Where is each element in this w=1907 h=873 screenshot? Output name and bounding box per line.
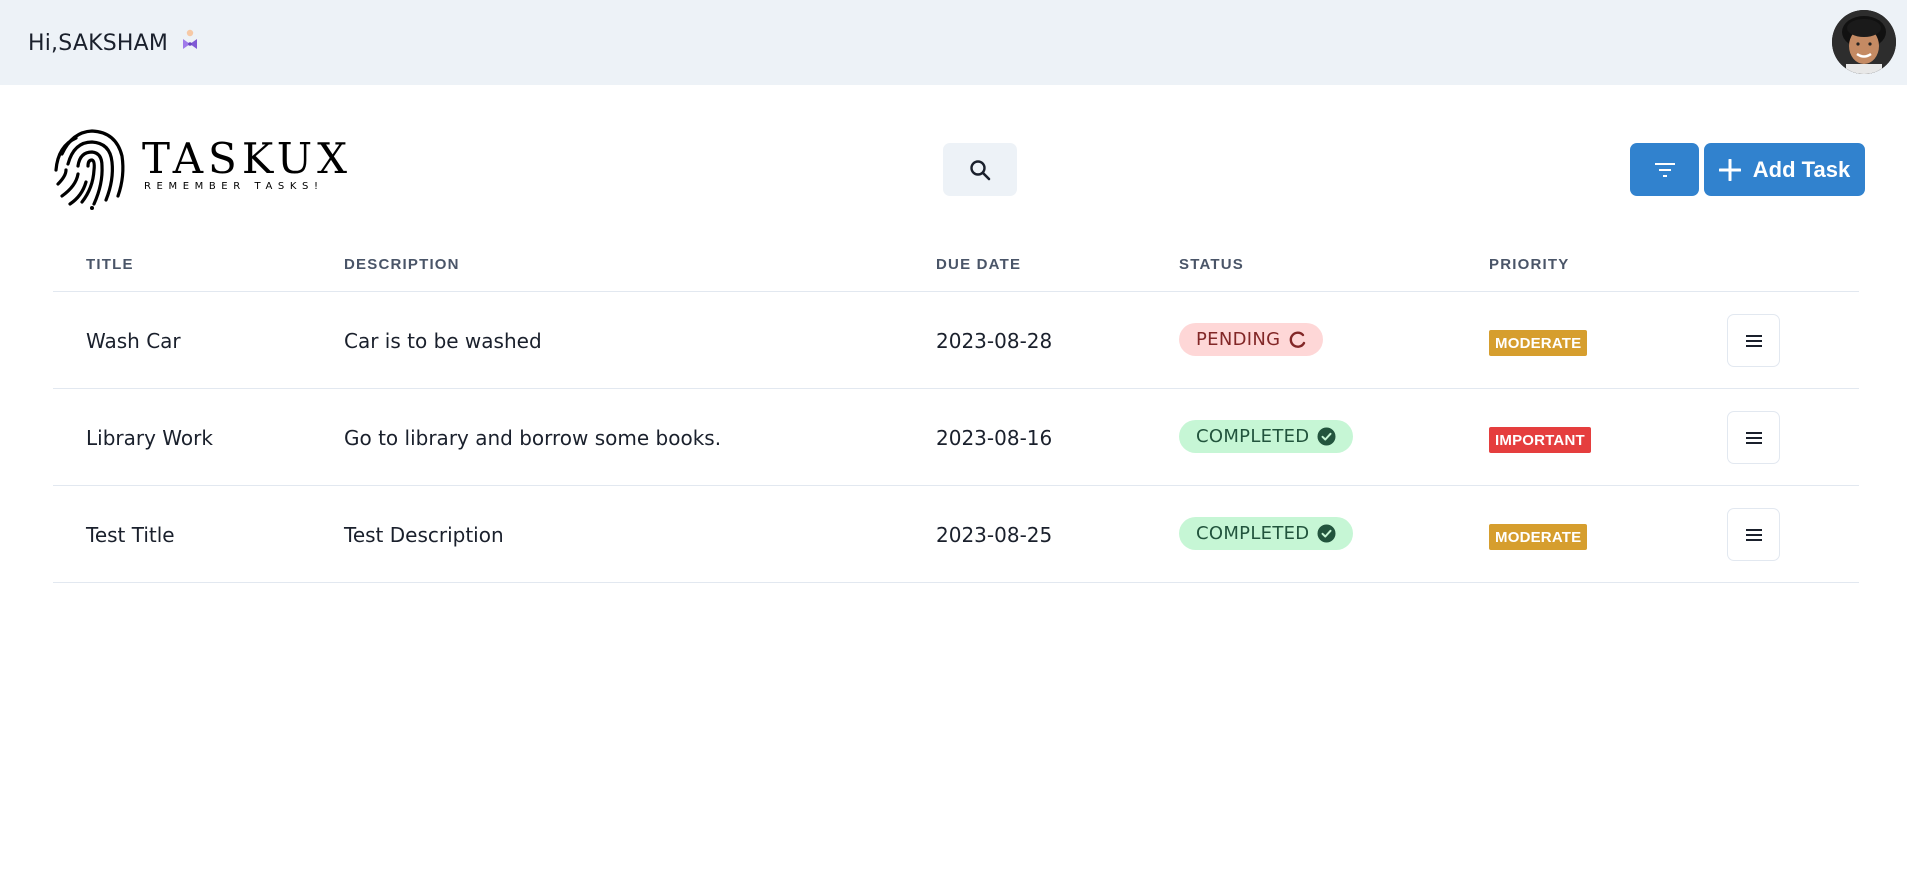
status-badge: COMPLETED (1179, 517, 1354, 550)
task-title: Wash Car (86, 329, 181, 353)
status-label: COMPLETED (1196, 426, 1310, 447)
status-badge: PENDING (1179, 323, 1324, 356)
column-priority: PRIORITY (1489, 256, 1570, 273)
fingerprint-icon (54, 129, 125, 210)
task-due-date: 2023-08-28 (936, 329, 1053, 353)
status-label: COMPLETED (1196, 523, 1310, 544)
row-menu-button[interactable] (1727, 314, 1780, 367)
check-circle-icon (1317, 427, 1336, 446)
table-row: Wash Car Car is to be washed 2023-08-28 … (53, 292, 1859, 389)
greeting: Hi,SAKSHAM (28, 29, 198, 57)
bow-tie-icon (182, 29, 198, 57)
task-title: Test Title (86, 523, 175, 547)
filter-button[interactable] (1630, 143, 1699, 196)
hamburger-icon (1745, 334, 1762, 347)
task-description: Car is to be washed (344, 329, 542, 353)
add-task-label: Add Task (1752, 156, 1851, 182)
hamburger-icon (1745, 431, 1762, 444)
spinner-icon (1290, 331, 1306, 348)
column-title: TITLE (86, 256, 134, 273)
brand-tagline: REMEMBER TASKS! (144, 181, 324, 192)
check-circle-icon (1317, 524, 1336, 543)
task-title: Library Work (86, 426, 213, 450)
priority-badge: IMPORTANT (1489, 427, 1591, 453)
task-description: Go to library and borrow some books. (344, 426, 722, 450)
table-header: TITLE DESCRIPTION DUE DATE STATUS PRIORI… (53, 240, 1859, 292)
table-row: Library Work Go to library and borrow so… (53, 389, 1859, 486)
task-description: Test Description (344, 523, 504, 547)
table-row: Test Title Test Description 2023-08-25 C… (53, 486, 1859, 583)
task-due-date: 2023-08-25 (936, 523, 1053, 547)
brand-name: TASKUX (142, 134, 352, 183)
task-table: TITLE DESCRIPTION DUE DATE STATUS PRIORI… (53, 240, 1859, 583)
brand-logo: TASKUX REMEMBER TASKS! (52, 126, 347, 210)
row-menu-button[interactable] (1727, 411, 1780, 464)
status-label: PENDING (1196, 329, 1281, 350)
search-icon (970, 159, 991, 180)
greeting-text: Hi,SAKSHAM (28, 30, 169, 56)
search-button[interactable] (943, 143, 1017, 196)
status-badge: COMPLETED (1179, 420, 1354, 453)
column-status: STATUS (1179, 256, 1244, 273)
hamburger-icon (1745, 528, 1762, 541)
column-due-date: DUE DATE (936, 256, 1022, 273)
avatar[interactable] (1832, 10, 1896, 74)
column-description: DESCRIPTION (344, 256, 460, 273)
row-menu-button[interactable] (1727, 508, 1780, 561)
priority-badge: MODERATE (1489, 330, 1588, 356)
task-due-date: 2023-08-16 (936, 426, 1053, 450)
add-task-button[interactable]: Add Task (1704, 143, 1865, 196)
top-bar: Hi,SAKSHAM (0, 0, 1907, 85)
priority-badge: MODERATE (1489, 524, 1588, 550)
filter-icon (1654, 162, 1675, 177)
plus-icon (1718, 158, 1741, 181)
